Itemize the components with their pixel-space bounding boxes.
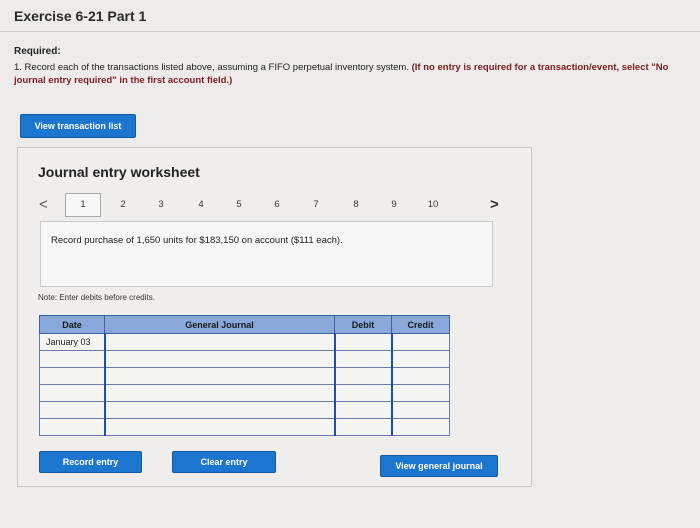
page-tab-8[interactable]: 8 xyxy=(348,199,364,210)
divider xyxy=(0,31,700,32)
column-header-credit: Credit xyxy=(391,315,450,334)
credit-input[interactable] xyxy=(390,350,450,368)
view-transaction-list-button[interactable]: View transaction list xyxy=(20,114,136,138)
transaction-description: Record purchase of 1,650 units for $183,… xyxy=(51,235,343,246)
page-tab-10[interactable]: 10 xyxy=(425,199,441,210)
column-header-general-journal: General Journal xyxy=(104,315,335,334)
journal-entry-table: Date General Journal Debit Credit Januar… xyxy=(39,315,450,436)
instructions: 1. Record each of the transactions liste… xyxy=(14,61,684,87)
page-tab-2[interactable]: 2 xyxy=(115,199,131,210)
chevron-left-icon[interactable]: < xyxy=(39,195,48,215)
page-title: Exercise 6-21 Part 1 xyxy=(14,8,147,24)
debit-input[interactable] xyxy=(333,367,392,385)
date-cell[interactable] xyxy=(39,401,105,419)
debit-input[interactable] xyxy=(333,333,392,351)
table-row xyxy=(39,367,450,385)
table-row xyxy=(39,384,450,402)
page-tab-6[interactable]: 6 xyxy=(269,199,285,210)
account-input[interactable] xyxy=(103,418,335,436)
clear-entry-button[interactable]: Clear entry xyxy=(172,451,276,473)
account-input[interactable] xyxy=(103,333,335,351)
worksheet-title: Journal entry worksheet xyxy=(38,164,200,180)
column-header-date: Date xyxy=(39,315,105,334)
required-label: Required: xyxy=(14,46,61,57)
table-header-row: Date General Journal Debit Credit xyxy=(39,315,450,334)
date-cell[interactable]: January 03 xyxy=(39,333,105,351)
note-text: Note: Enter debits before credits. xyxy=(38,293,155,302)
account-input[interactable] xyxy=(103,401,335,419)
account-input[interactable] xyxy=(103,350,335,368)
credit-input[interactable] xyxy=(390,333,450,351)
table-row xyxy=(39,401,450,419)
debit-input[interactable] xyxy=(333,384,392,402)
page-tab-4[interactable]: 4 xyxy=(193,199,209,210)
account-input[interactable] xyxy=(103,367,335,385)
credit-input[interactable] xyxy=(390,384,450,402)
account-input[interactable] xyxy=(103,384,335,402)
table-row: January 03 xyxy=(39,333,450,351)
date-cell[interactable] xyxy=(39,384,105,402)
credit-input[interactable] xyxy=(390,418,450,436)
page-tab-3[interactable]: 3 xyxy=(153,199,169,210)
column-header-debit: Debit xyxy=(334,315,392,334)
transaction-description-box: Record purchase of 1,650 units for $183,… xyxy=(40,221,493,287)
credit-input[interactable] xyxy=(390,401,450,419)
page-tab-5[interactable]: 5 xyxy=(231,199,247,210)
table-row xyxy=(39,418,450,436)
debit-input[interactable] xyxy=(333,350,392,368)
debit-input[interactable] xyxy=(333,401,392,419)
record-entry-button[interactable]: Record entry xyxy=(39,451,142,473)
page-tab-1[interactable]: 1 xyxy=(75,199,91,210)
date-cell[interactable] xyxy=(39,367,105,385)
chevron-right-icon[interactable]: > xyxy=(490,195,499,215)
page-tab-7[interactable]: 7 xyxy=(308,199,324,210)
credit-input[interactable] xyxy=(390,367,450,385)
instruction-text: 1. Record each of the transactions liste… xyxy=(14,62,409,73)
date-cell[interactable] xyxy=(39,418,105,436)
view-general-journal-button[interactable]: View general journal xyxy=(380,455,498,477)
worksheet-pager: < 1 2 3 4 5 6 7 8 9 10 > xyxy=(35,193,505,217)
table-row xyxy=(39,350,450,368)
date-cell[interactable] xyxy=(39,350,105,368)
page-tab-9[interactable]: 9 xyxy=(386,199,402,210)
debit-input[interactable] xyxy=(333,418,392,436)
